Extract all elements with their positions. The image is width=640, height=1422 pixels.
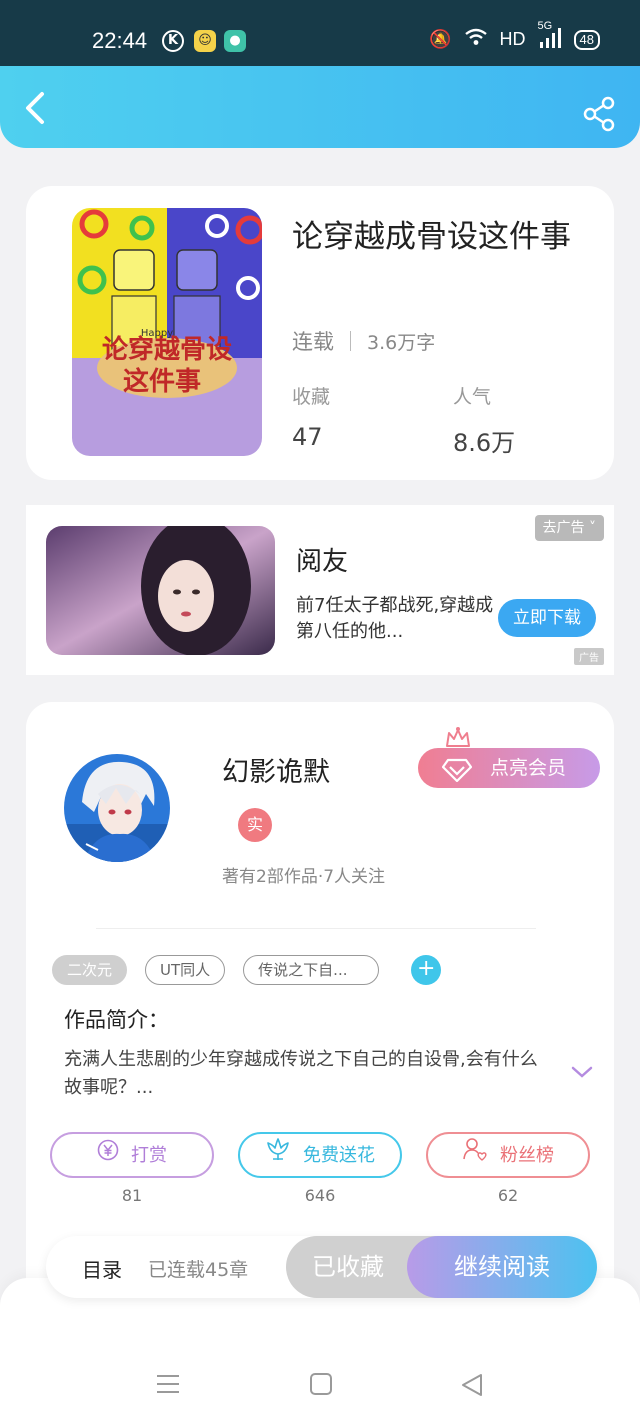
svg-text:Happy: Happy [141, 328, 173, 339]
reward-label: 打赏 [131, 1145, 167, 1166]
back-arrow-icon[interactable] [18, 88, 54, 128]
continue-reading-button[interactable]: 继续阅读 [407, 1236, 597, 1298]
book-info-card: 论穿越骨设 这件事 Happy 论穿越成骨设这件事 连载 3.6万字 收藏 47… [26, 186, 614, 480]
send-flower-button[interactable]: 免费送花 [238, 1132, 402, 1178]
fan-ranking-label: 粉丝榜 [500, 1145, 554, 1166]
tag-item[interactable]: 二次元 [52, 955, 128, 985]
word-count: 3.6万字 [367, 331, 436, 354]
status-bar: 22:44 K ☺ ● 🔕 HD 5G 48 [0, 0, 640, 66]
add-tag-icon[interactable]: + [411, 955, 442, 985]
ad-image[interactable] [46, 526, 275, 655]
system-nav-bar [0, 1278, 640, 1422]
signal-icon: 5G [538, 20, 562, 51]
crown-icon [444, 726, 472, 750]
ad-banner[interactable]: 阅友 前7任太子都战死,穿越成第八任的他... 立即下载 去广告 ˅ 广告 [26, 505, 614, 675]
tag-item[interactable]: UT同人 [145, 955, 226, 985]
intro-title: 作品简介： [64, 1008, 169, 1032]
status-time: 22:44 [92, 28, 148, 53]
fan-count: 62 [497, 1186, 519, 1205]
ad-mark: 广告 [574, 648, 604, 665]
reader-action-bar: 目录 已连载45章 已收藏 继续阅读 [46, 1236, 597, 1298]
wechat-notify-icon: ☺ [194, 30, 216, 52]
flower-count: 646 [304, 1186, 336, 1205]
reward-button[interactable]: 打赏 [50, 1132, 214, 1178]
tag-list: 二次元 UT同人 传说之下自... + [52, 955, 442, 985]
favorites-stat: 收藏 47 [292, 382, 330, 451]
top-header [0, 66, 640, 148]
diamond-icon [441, 756, 473, 783]
home-square-icon[interactable] [309, 1372, 333, 1400]
avatar[interactable] [64, 754, 170, 862]
chat-notify-icon: ● [224, 30, 246, 52]
status-right-group: 🔕 HD 5G 48 [429, 20, 600, 51]
reward-count: 81 [121, 1186, 143, 1205]
meta-divider [350, 331, 351, 351]
ad-download-button[interactable]: 立即下载 [498, 599, 596, 637]
popularity-value: 8.6万 [453, 429, 516, 457]
wifi-icon [464, 28, 488, 51]
send-flower-label: 免费送花 [303, 1145, 375, 1166]
fan-ranking-button[interactable]: 粉丝榜 [426, 1132, 590, 1178]
menu-icon[interactable] [155, 1372, 181, 1400]
author-name: 幻影诡默 [222, 757, 330, 788]
yen-coin-icon [97, 1134, 119, 1178]
favorites-label: 收藏 [292, 386, 331, 408]
book-status: 连载 [292, 330, 334, 354]
tag-item[interactable]: 传说之下自... [243, 955, 380, 985]
intro-text: 充满人生悲剧的少年穿越成传说之下自己的自设骨,会有什么故事呢？... [64, 1049, 538, 1098]
popularity-stat: 人气 8.6万 [453, 382, 515, 458]
ad-close-button[interactable]: 去广告 ˅ [534, 515, 604, 541]
book-meta: 连载 3.6万字 [292, 326, 435, 356]
author-stats[interactable]: 著有2部作品·7人关注 [222, 862, 385, 887]
favorites-value: 47 [292, 423, 323, 451]
share-icon[interactable] [582, 96, 618, 132]
vip-label: 点亮会员 [490, 757, 567, 779]
book-cover[interactable]: 论穿越骨设 这件事 Happy [72, 208, 262, 456]
popularity-label: 人气 [453, 386, 492, 408]
svg-text:这件事: 这件事 [123, 366, 201, 397]
ad-description: 前7任太子都战死,穿越成第八任的他... [296, 595, 494, 642]
fan-ranking-icon [462, 1134, 488, 1178]
vip-membership-button[interactable]: 点亮会员 [418, 748, 600, 788]
verified-badge: 实 [238, 808, 272, 842]
chevron-down-icon[interactable] [570, 1064, 594, 1078]
table-of-contents-button[interactable]: 目录 [82, 1254, 122, 1283]
k-icon: K [162, 30, 184, 52]
divider [96, 928, 536, 929]
mute-icon: 🔕 [429, 29, 452, 49]
book-title: 论穿越成骨设这件事 [292, 219, 571, 255]
network-type: HD [499, 29, 526, 49]
battery-indicator: 48 [573, 29, 600, 50]
back-triangle-icon[interactable] [459, 1372, 485, 1402]
flower-icon [265, 1134, 291, 1178]
chapter-count[interactable]: 已连载45章 [148, 1255, 248, 1282]
ad-title: 阅友 [296, 547, 349, 577]
